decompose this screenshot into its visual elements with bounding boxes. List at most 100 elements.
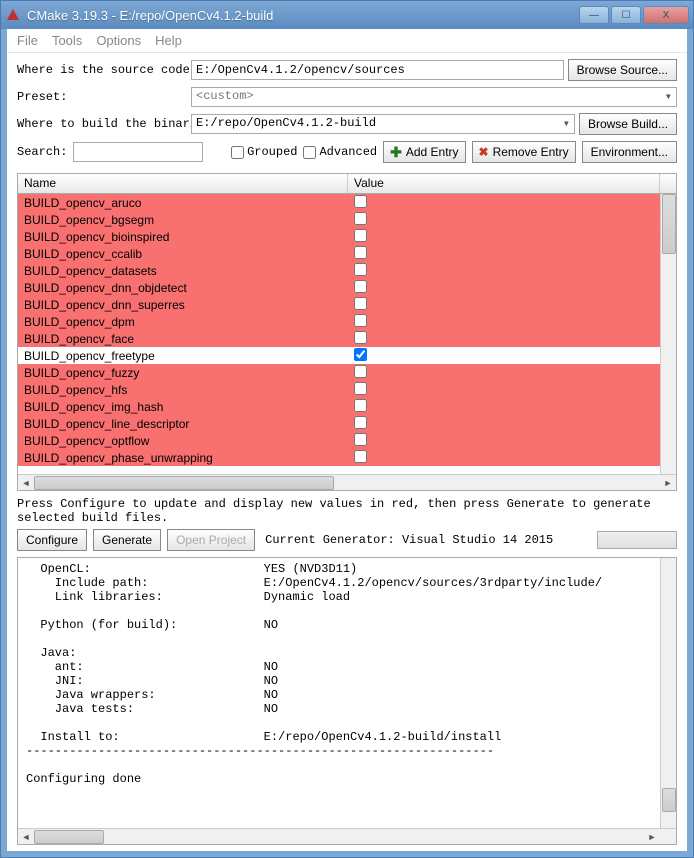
value-checkbox[interactable] [354, 365, 367, 378]
cell-name: BUILD_opencv_dpm [18, 315, 348, 329]
open-project-button[interactable]: Open Project [167, 529, 255, 551]
remove-entry-button[interactable]: ✖Remove Entry [472, 141, 576, 163]
cell-value [348, 416, 676, 432]
vscroll-thumb[interactable] [662, 194, 676, 254]
table-row[interactable]: BUILD_opencv_optflow [18, 432, 676, 449]
cell-name: BUILD_opencv_bgsegm [18, 213, 348, 227]
value-checkbox[interactable] [354, 331, 367, 344]
value-checkbox[interactable] [354, 263, 367, 276]
value-checkbox[interactable] [354, 450, 367, 463]
cell-name: BUILD_opencv_face [18, 332, 348, 346]
output-vscroll[interactable] [660, 558, 676, 828]
value-checkbox[interactable] [354, 348, 367, 361]
table-hscroll[interactable]: ◄ ► [18, 474, 676, 490]
table-row[interactable]: BUILD_opencv_ccalib [18, 245, 676, 262]
table-vscroll[interactable] [660, 194, 676, 474]
generate-button[interactable]: Generate [93, 529, 161, 551]
menubar: File Tools Options Help [7, 29, 687, 53]
value-checkbox[interactable] [354, 314, 367, 327]
menu-options[interactable]: Options [96, 33, 141, 48]
hscroll-left-arrow-icon[interactable]: ◄ [18, 475, 34, 491]
table-row[interactable]: BUILD_opencv_bgsegm [18, 211, 676, 228]
table-row[interactable]: BUILD_opencv_datasets [18, 262, 676, 279]
table-body: BUILD_opencv_arucoBUILD_opencv_bgsegmBUI… [18, 194, 676, 474]
table-row[interactable]: BUILD_opencv_bioinspired [18, 228, 676, 245]
table-row[interactable]: BUILD_opencv_dnn_objdetect [18, 279, 676, 296]
cell-value [348, 433, 676, 449]
value-checkbox[interactable] [354, 297, 367, 310]
source-input[interactable] [191, 60, 564, 80]
value-checkbox[interactable] [354, 195, 367, 208]
cell-value [348, 348, 676, 364]
cell-value [348, 365, 676, 381]
table-row[interactable]: BUILD_opencv_aruco [18, 194, 676, 211]
table-row[interactable]: BUILD_opencv_dnn_superres [18, 296, 676, 313]
table-row[interactable]: BUILD_opencv_phase_unwrapping [18, 449, 676, 466]
cell-value [348, 246, 676, 262]
output-hscroll-left-icon[interactable]: ◄ [18, 829, 34, 845]
grouped-checkbox[interactable]: Grouped [231, 145, 297, 159]
cell-name: BUILD_opencv_aruco [18, 196, 348, 210]
value-checkbox[interactable] [354, 382, 367, 395]
preset-combo[interactable]: <custom> [191, 87, 677, 107]
table-row[interactable]: BUILD_opencv_face [18, 330, 676, 347]
titlebar[interactable]: CMake 3.19.3 - E:/repo/OpenCv4.1.2-build… [1, 1, 693, 29]
table-row[interactable]: BUILD_opencv_img_hash [18, 398, 676, 415]
value-checkbox[interactable] [354, 229, 367, 242]
value-checkbox[interactable] [354, 212, 367, 225]
advanced-label: Advanced [319, 145, 377, 159]
menu-file[interactable]: File [17, 33, 38, 48]
table-row[interactable]: BUILD_opencv_freetype [18, 347, 676, 364]
output-text[interactable]: OpenCL: YES (NVD3D11) Include path: E:/O… [18, 558, 676, 828]
table-row[interactable]: BUILD_opencv_dpm [18, 313, 676, 330]
cache-table: Name Value BUILD_opencv_aruco BUILD_openc… [17, 173, 677, 491]
hscroll-thumb[interactable] [34, 476, 334, 490]
browse-source-button[interactable]: Browse Source... [568, 59, 677, 81]
value-checkbox[interactable] [354, 280, 367, 293]
add-entry-button[interactable]: ✚Add Entry [383, 141, 465, 163]
cell-name: BUILD_opencv_dnn_superres [18, 298, 348, 312]
generator-note: Current Generator: Visual Studio 14 2015 [265, 533, 553, 547]
value-checkbox[interactable] [354, 246, 367, 259]
preset-value: <custom> [196, 89, 254, 103]
hint-text: Press Configure to update and display ne… [7, 491, 687, 527]
menu-tools[interactable]: Tools [52, 33, 82, 48]
output-vscroll-thumb[interactable] [662, 788, 676, 812]
output-hscroll[interactable]: ◄ ► [18, 828, 676, 844]
col-name-header[interactable]: Name [18, 174, 348, 193]
hscroll-right-arrow-icon[interactable]: ► [660, 475, 676, 491]
col-value-header[interactable]: Value [348, 174, 660, 193]
close-button[interactable]: X [643, 6, 689, 24]
browse-build-button[interactable]: Browse Build... [579, 113, 677, 135]
menu-help[interactable]: Help [155, 33, 182, 48]
binaries-combo[interactable]: E:/repo/OpenCv4.1.2-build [191, 114, 575, 134]
cell-value [348, 212, 676, 228]
cell-name: BUILD_opencv_datasets [18, 264, 348, 278]
cell-name: BUILD_opencv_ccalib [18, 247, 348, 261]
value-checkbox[interactable] [354, 433, 367, 446]
output-panel: OpenCL: YES (NVD3D11) Include path: E:/O… [17, 557, 677, 845]
binaries-label: Where to build the binaries: [17, 117, 187, 131]
cell-name: BUILD_opencv_dnn_objdetect [18, 281, 348, 295]
cell-value [348, 280, 676, 296]
search-input[interactable] [73, 142, 203, 162]
output-hscroll-right-icon[interactable]: ► [644, 829, 660, 845]
cell-value [348, 229, 676, 245]
progress-bar [597, 531, 677, 549]
configure-button[interactable]: Configure [17, 529, 87, 551]
table-row[interactable]: BUILD_opencv_fuzzy [18, 364, 676, 381]
table-row[interactable]: BUILD_opencv_hfs [18, 381, 676, 398]
value-checkbox[interactable] [354, 399, 367, 412]
output-hscroll-thumb[interactable] [34, 830, 104, 844]
environment-button[interactable]: Environment... [582, 141, 677, 163]
table-row[interactable]: BUILD_opencv_line_descriptor [18, 415, 676, 432]
minimize-button[interactable]: — [579, 6, 609, 24]
binaries-value: E:/repo/OpenCv4.1.2-build [196, 116, 376, 130]
scroll-header [660, 174, 676, 193]
cell-value [348, 263, 676, 279]
cell-name: BUILD_opencv_freetype [18, 349, 348, 363]
search-label: Search: [17, 145, 67, 159]
advanced-checkbox[interactable]: Advanced [303, 145, 377, 159]
value-checkbox[interactable] [354, 416, 367, 429]
maximize-button[interactable]: ☐ [611, 6, 641, 24]
